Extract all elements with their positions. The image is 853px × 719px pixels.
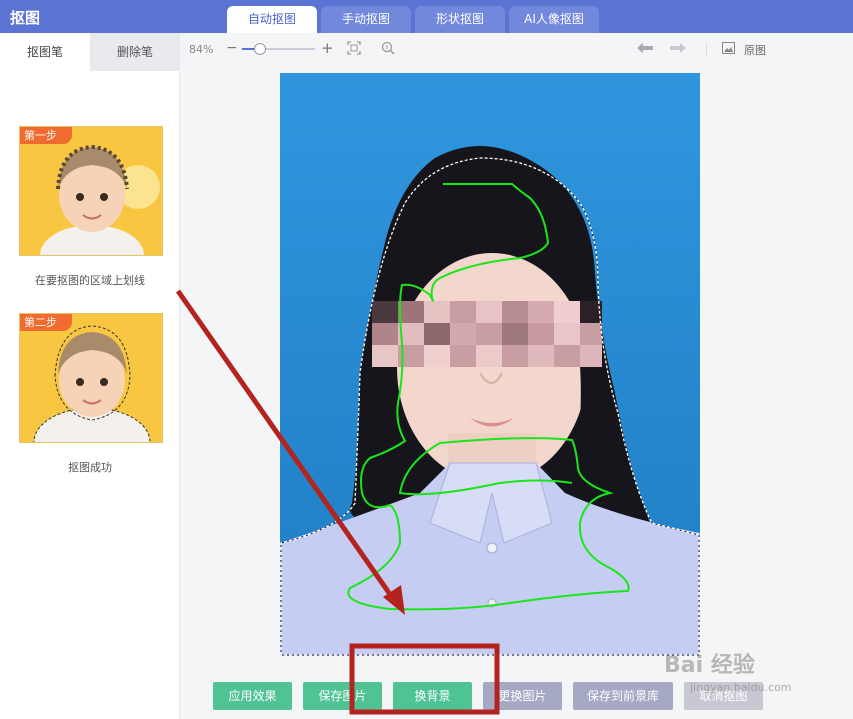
app-window: 抠图 自动抠图 手动抠图 形状抠图 AI人像抠图 抠图笔 删除笔 第一步 在要抠…	[0, 0, 853, 719]
change-background-button[interactable]: 换背景	[393, 682, 472, 710]
baidu-watermark: Bai 经验	[664, 653, 755, 678]
step-one-caption: 在要抠图的区域上划线	[35, 274, 145, 287]
baby-example-image	[20, 127, 162, 255]
tab-auto-cutout[interactable]: 自动抠图	[227, 6, 317, 33]
zoom-slider[interactable]	[242, 43, 315, 55]
step-one-badge: 第一步	[20, 127, 72, 144]
top-bar: 抠图 自动抠图 手动抠图 形状抠图 AI人像抠图	[0, 0, 853, 33]
canvas-area	[181, 65, 853, 719]
step-two-caption: 抠图成功	[68, 461, 112, 474]
tab-delete-pen[interactable]: 删除笔	[90, 33, 180, 71]
zoom-slider-handle[interactable]	[254, 43, 267, 55]
fit-icon[interactable]	[347, 41, 361, 59]
step-one-image: 第一步	[19, 126, 163, 256]
redo-icon[interactable]	[669, 42, 687, 58]
zoom-out-icon[interactable]: −	[226, 40, 238, 56]
magnifier-icon[interactable]	[381, 41, 395, 59]
apply-effect-button[interactable]: 应用效果	[213, 682, 292, 710]
original-image-button[interactable]: 原图	[744, 42, 766, 58]
replace-image-button[interactable]: 更换图片	[483, 682, 562, 710]
tab-shape-cutout[interactable]: 形状抠图	[415, 6, 505, 33]
save-to-foreground-library-button[interactable]: 保存到前景库	[573, 682, 673, 710]
baby-cutout-image	[20, 314, 162, 442]
left-panel: 抠图笔 删除笔 第一步 在要抠图的区域上划线 第二步 抠图成功	[0, 33, 180, 719]
step-two-image: 第二步	[19, 313, 163, 443]
zoom-percent: 84%	[189, 43, 214, 56]
mosaic-blur	[372, 301, 602, 367]
tab-manual-cutout[interactable]: 手动抠图	[321, 6, 411, 33]
step-two-badge: 第二步	[20, 314, 72, 331]
save-image-button[interactable]: 保存图片	[303, 682, 382, 710]
app-title: 抠图	[10, 9, 41, 27]
toolbar-divider	[706, 42, 707, 56]
portrait-photo[interactable]	[280, 73, 700, 656]
zoom-in-icon[interactable]: +	[321, 39, 334, 57]
image-icon[interactable]	[722, 42, 735, 58]
tab-cutout-pen[interactable]: 抠图笔	[0, 33, 90, 71]
tab-ai-portrait-cutout[interactable]: AI人像抠图	[509, 6, 599, 33]
baidu-watermark-url: jingyan.baidu.com	[690, 681, 792, 694]
toolbar: 84% − + 原图	[181, 33, 853, 65]
undo-icon[interactable]	[636, 42, 654, 58]
